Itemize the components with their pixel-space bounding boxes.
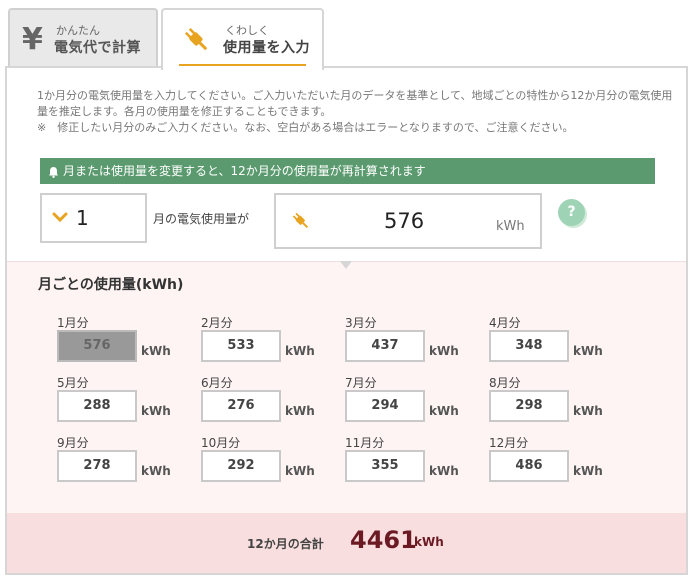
month-cell-11: 11月分 355 kWh (345, 434, 485, 490)
month-cell-2: 2月分 533 kWh (201, 314, 341, 370)
plug-icon (292, 212, 309, 229)
base-month-value: 1 (76, 206, 89, 230)
unit-label: kWh (141, 404, 171, 418)
unit-label: kWh (141, 344, 171, 358)
chevron-down-icon (52, 212, 68, 223)
instructions-line-2: ※ 修正したい月分のみご入力ください。なお、空白がある場合はエラーとなりますので… (37, 121, 574, 134)
month-usage-label: 月の電気使用量が (153, 212, 250, 226)
active-tab-underline (179, 64, 306, 66)
month-cell-12: 12月分 486 kWh (489, 434, 629, 490)
instructions-line-1: 1か月分の電気使用量を入力してください。ご入力いただいた月のデータを基準として、… (37, 89, 673, 118)
unit-label: kWh (573, 404, 603, 418)
recalc-banner-text: 月または使用量を変更すると、12か月分の使用量が再計算されます (63, 164, 426, 178)
month-label: 3月分 (345, 316, 377, 330)
month-input-9[interactable]: 278 (57, 450, 137, 482)
month-input-3[interactable]: 437 (345, 330, 425, 362)
tab-simple-ruby: かんたん (56, 24, 100, 37)
month-input-4[interactable]: 348 (489, 330, 569, 362)
month-label: 8月分 (489, 376, 521, 390)
month-cell-1: 1月分 576 kWh (57, 314, 197, 370)
help-icon[interactable]: ? (558, 199, 585, 226)
month-label: 2月分 (201, 316, 233, 330)
tab-simple-calc[interactable]: ¥ かんたん 電気代で計算 (8, 8, 158, 68)
month-label: 10月分 (201, 436, 241, 450)
annual-total-value: 4461 (350, 526, 417, 554)
month-input-8[interactable]: 298 (489, 390, 569, 422)
unit-label: kWh (573, 464, 603, 478)
base-usage-input[interactable]: 576 kWh (274, 193, 542, 249)
month-input-5[interactable]: 288 (57, 390, 137, 422)
unit-label: kWh (141, 464, 171, 478)
tab-usage-ruby: くわしく (225, 24, 269, 37)
month-input-1[interactable]: 576 (57, 330, 137, 362)
month-label: 4月分 (489, 316, 521, 330)
annual-total-label: 12か月の合計 (247, 537, 324, 551)
monthly-usage-title: 月ごとの使用量(kWh) (38, 277, 184, 293)
month-label: 6月分 (201, 376, 233, 390)
month-input-2[interactable]: 533 (201, 330, 281, 362)
month-cell-5: 5月分 288 kWh (57, 374, 197, 430)
base-usage-unit: kWh (496, 219, 525, 234)
unit-label: kWh (285, 344, 315, 358)
month-input-10[interactable]: 292 (201, 450, 281, 482)
base-month-select[interactable]: 1 (40, 193, 147, 243)
tab-simple-label: 電気代で計算 (54, 40, 141, 56)
yen-icon: ¥ (22, 22, 43, 57)
plug-icon (184, 27, 208, 51)
annual-total-unit: kWh (414, 535, 444, 549)
monthly-usage-section: 月ごとの使用量(kWh) 1月分 576 kWh 2月分 533 kWh 3月分… (7, 261, 686, 513)
recalc-banner: 月または使用量を変更すると、12か月分の使用量が再計算されます (40, 158, 655, 184)
month-input-6[interactable]: 276 (201, 390, 281, 422)
month-label: 9月分 (57, 436, 89, 450)
month-label: 12月分 (489, 436, 529, 450)
month-cell-9: 9月分 278 kWh (57, 434, 197, 490)
base-usage-value: 576 (384, 209, 425, 233)
month-label: 5月分 (57, 376, 89, 390)
month-cell-4: 4月分 348 kWh (489, 314, 629, 370)
month-cell-7: 7月分 294 kWh (345, 374, 485, 430)
instructions: 1か月分の電気使用量を入力してください。ご入力いただいた月のデータを基準として、… (37, 88, 677, 136)
month-cell-10: 10月分 292 kWh (201, 434, 341, 490)
unit-label: kWh (429, 404, 459, 418)
month-input-7[interactable]: 294 (345, 390, 425, 422)
unit-label: kWh (429, 344, 459, 358)
annual-total: 12か月の合計 4461 kWh (7, 513, 686, 573)
month-input-12[interactable]: 486 (489, 450, 569, 482)
unit-label: kWh (285, 404, 315, 418)
month-label: 1月分 (57, 316, 89, 330)
unit-label: kWh (573, 344, 603, 358)
month-cell-3: 3月分 437 kWh (345, 314, 485, 370)
tab-usage-label: 使用量を入力 (223, 40, 310, 56)
tab-usage-input[interactable]: くわしく 使用量を入力 (161, 8, 324, 70)
month-cell-8: 8月分 298 kWh (489, 374, 629, 430)
month-cell-6: 6月分 276 kWh (201, 374, 341, 430)
section-pointer (340, 261, 352, 269)
month-label: 7月分 (345, 376, 377, 390)
month-label: 11月分 (345, 436, 385, 450)
month-input-11[interactable]: 355 (345, 450, 425, 482)
usage-panel: 1か月分の電気使用量を入力してください。ご入力いただいた月のデータを基準として、… (5, 66, 688, 575)
unit-label: kWh (429, 464, 459, 478)
unit-label: kWh (285, 464, 315, 478)
bell-icon (49, 166, 58, 178)
